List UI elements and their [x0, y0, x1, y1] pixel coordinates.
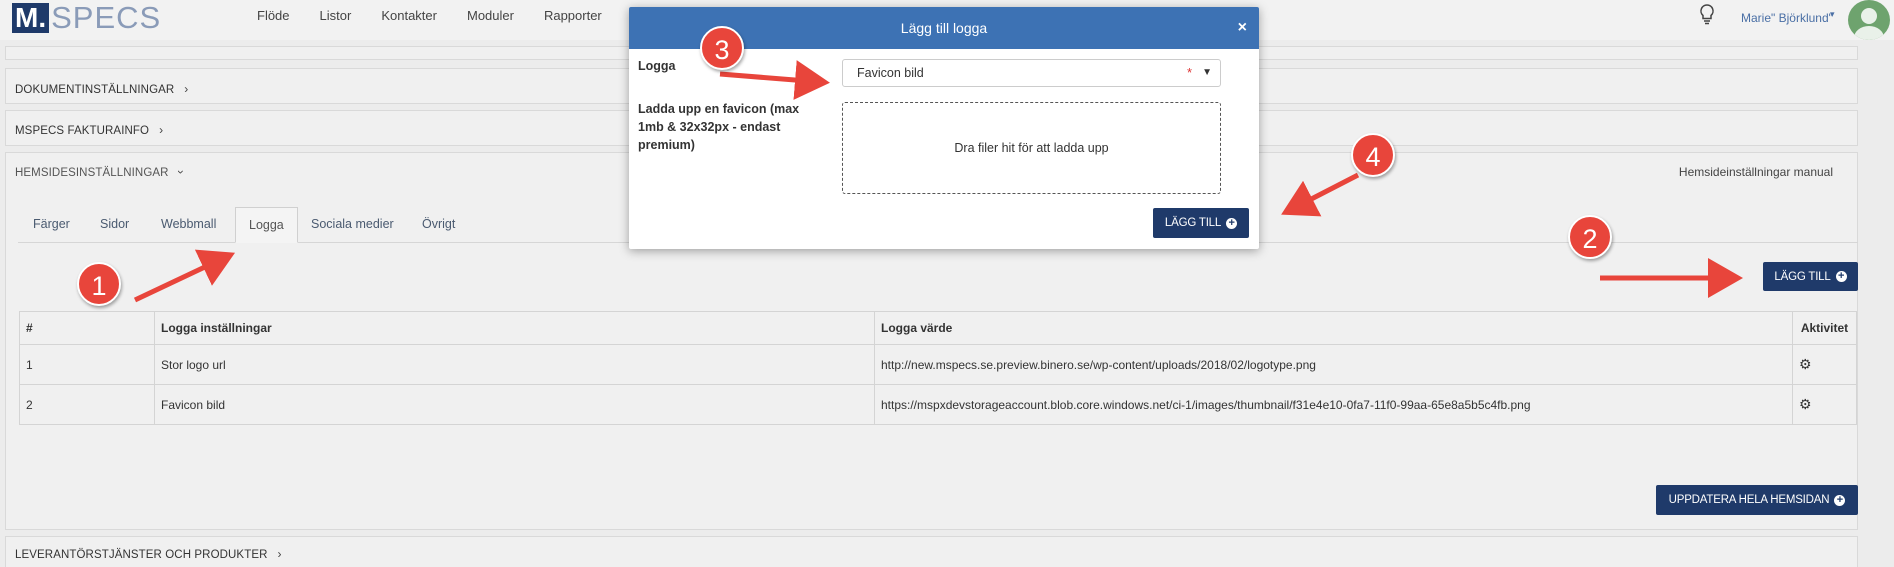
nav-item-rapporter[interactable]: Rapporter	[544, 8, 602, 23]
logo-type-select[interactable]: Favicon bild * ▼	[842, 59, 1221, 87]
add-logo-button[interactable]: LÄGG TILL +	[1763, 262, 1858, 291]
modal-add-label: LÄGG TILL	[1164, 217, 1222, 229]
nav-item-kontakter[interactable]: Kontakter	[381, 8, 437, 23]
setting-value: https://mspxdevstorageaccount.blob.core.…	[874, 384, 1793, 425]
table-header-row: # Logga inställningar Logga värde Aktivi…	[19, 311, 1857, 345]
setting-value: http://new.mspecs.se.preview.binero.se/w…	[874, 344, 1793, 385]
setting-name: Favicon bild	[154, 384, 875, 425]
chevron-right-icon: ›	[184, 82, 189, 96]
plus-circle-icon: +	[1835, 271, 1847, 282]
tab-sociala-medier[interactable]: Sociala medier	[311, 207, 394, 243]
modal-title: Lägg till logga	[900, 20, 988, 36]
plus-circle-icon: +	[1834, 494, 1846, 506]
column-header: Logga inställningar	[154, 311, 875, 345]
chevron-down-icon: ▼	[1202, 67, 1212, 78]
required-marker: *	[1186, 65, 1192, 80]
section-title: DOKUMENTINSTÄLLNINGAR	[15, 84, 175, 96]
upload-label: Ladda upp en favicon (max 1mb & 32x32px …	[638, 102, 800, 152]
logo-settings-table: # Logga inställningar Logga värde Aktivi…	[19, 311, 1857, 425]
setting-name: Stor logo url	[154, 344, 875, 385]
add-button-label: LÄGG TILL	[1774, 270, 1831, 283]
nav-item-listor[interactable]: Listor	[320, 8, 352, 23]
avatar[interactable]	[1848, 0, 1890, 40]
chevron-right-icon: ›	[277, 547, 282, 561]
mspecs-logo[interactable]: M. SPECS	[12, 0, 162, 35]
gear-icon[interactable]: ⚙	[1792, 344, 1857, 385]
nav-item-moduler[interactable]: Moduler	[467, 8, 514, 23]
table-row: 2 Favicon bild https://mspxdevstorageacc…	[19, 384, 1857, 425]
update-site-button[interactable]: UPPDATERA HELA HEMSIDAN +	[1656, 485, 1858, 515]
row-number: 1	[19, 344, 155, 385]
logga-label: Logga	[638, 59, 676, 73]
section-leverantorstjanster[interactable]: LEVERANTÖRSTJÄNSTER OCH PRODUKTER ›	[5, 536, 1858, 567]
column-header: Logga värde	[874, 311, 1793, 345]
table-row: 1 Stor logo url http://new.mspecs.se.pre…	[19, 344, 1857, 385]
tab-farger[interactable]: Färger	[33, 207, 70, 243]
close-icon[interactable]: ×	[1238, 7, 1247, 49]
tab-sidor[interactable]: Sidor	[100, 207, 129, 243]
lightbulb-icon[interactable]	[1697, 3, 1717, 25]
plus-circle-icon: +	[1226, 217, 1238, 229]
column-header: Aktivitet	[1792, 311, 1857, 345]
tab-webbmall[interactable]: Webbmall	[161, 207, 216, 243]
logo-mark: M.	[12, 3, 50, 33]
section-title: MSPECS FAKTURAINFO	[15, 125, 150, 137]
annotation-badge-2: 2	[1568, 215, 1612, 259]
row-number: 2	[19, 384, 155, 425]
dropzone-text: Dra filer hit för att ladda upp	[954, 141, 1109, 155]
gear-icon[interactable]: ⚙	[1792, 384, 1857, 425]
file-dropzone[interactable]: Dra filer hit för att ladda upp	[842, 102, 1221, 194]
chevron-right-icon: ›	[159, 123, 164, 137]
chevron-down-icon[interactable]: ›	[174, 170, 188, 174]
section-title: LEVERANTÖRSTJÄNSTER OCH PRODUKTER	[15, 549, 268, 561]
column-header: #	[19, 311, 155, 345]
user-name[interactable]: Marie" Björklund"	[1741, 11, 1833, 25]
main-menu: Flöde Listor Kontakter Moduler Rapporter	[257, 8, 632, 23]
update-site-label: UPPDATERA HELA HEMSIDAN	[1668, 494, 1830, 506]
section-title[interactable]: HEMSIDESINSTÄLLNINGAR	[15, 167, 169, 179]
tab-ovrigt[interactable]: Övrigt	[422, 207, 455, 243]
annotation-badge-4: 4	[1351, 133, 1395, 177]
select-value: Favicon bild	[857, 66, 924, 80]
annotation-badge-3: 3	[700, 26, 744, 70]
manual-link[interactable]: Hemsideinställningar manual	[1679, 165, 1833, 179]
annotation-badge-1: 1	[77, 262, 121, 306]
tab-logga[interactable]: Logga	[235, 207, 298, 243]
nav-item-flode[interactable]: Flöde	[257, 8, 290, 23]
logo-text: SPECS	[51, 0, 162, 35]
modal-add-button[interactable]: LÄGG TILL +	[1153, 208, 1249, 238]
user-menu-caret-icon[interactable]: ▾	[1830, 9, 1835, 20]
